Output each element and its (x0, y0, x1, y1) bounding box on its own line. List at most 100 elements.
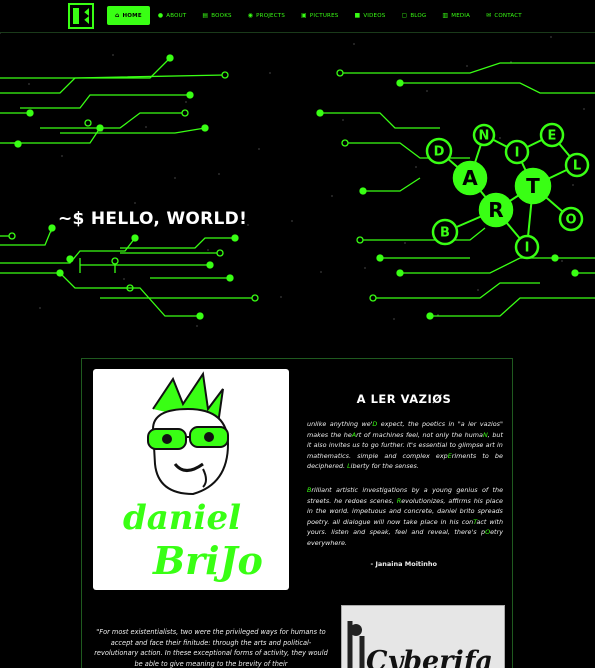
star (353, 43, 355, 45)
star (0, 33, 1, 34)
envelope-icon: ✉ (486, 12, 492, 19)
circuit-node (376, 254, 384, 262)
letter-node-label: I (525, 241, 530, 256)
star (28, 83, 30, 85)
user-icon: ● (157, 12, 164, 19)
circuit-node (196, 312, 204, 320)
star (466, 65, 468, 67)
star (61, 155, 63, 157)
star (247, 224, 249, 226)
circuit-graphic: N E D I L A TR O B I (0, 33, 595, 327)
star (342, 119, 344, 121)
nav-projects[interactable]: ◉ PROJECTS (240, 6, 293, 25)
star (218, 173, 220, 175)
nav-home[interactable]: ⌂ HOME (107, 6, 150, 25)
star (280, 296, 282, 298)
circuit-node (206, 261, 214, 269)
signature-daniel: daniel (123, 498, 241, 538)
letter-node-label: E (548, 129, 557, 144)
circuit-trace (430, 297, 595, 317)
about-title: A LER VAZIØS (356, 392, 452, 406)
star (393, 318, 395, 320)
letter-node-label: N (479, 129, 490, 144)
star (269, 72, 271, 74)
circuit-node (396, 79, 404, 87)
circuit-trace (40, 112, 185, 129)
logo-icon (73, 8, 89, 24)
home-icon: ⌂ (115, 12, 120, 19)
nav-books[interactable]: ▤ BOOKS (194, 6, 239, 25)
star (112, 54, 114, 56)
nav-media[interactable]: ▥ MEDIA (434, 6, 478, 25)
circuit-trace (400, 257, 521, 274)
nav-pictures[interactable]: ▣ PICTURES (293, 6, 346, 25)
nav-about[interactable]: ● ABOUT (150, 6, 195, 25)
video-icon: ■ (354, 12, 361, 19)
star (291, 220, 293, 222)
circuit-trace (0, 57, 171, 79)
nav-contact[interactable]: ✉ CONTACT (478, 6, 530, 25)
circuit-trace (340, 62, 595, 74)
artist-logo-image: daniel BriJo (93, 369, 289, 590)
star (404, 242, 406, 244)
book-icon: ▤ (202, 12, 209, 19)
star (583, 108, 585, 110)
letter-node-label: A (462, 166, 478, 190)
site-logo[interactable] (68, 3, 94, 29)
circuit-trace (400, 82, 595, 94)
circuit-trace (373, 282, 540, 299)
letter-node-label: T (526, 174, 540, 198)
star (174, 177, 176, 179)
newspaper-icon: ▥ (442, 12, 449, 19)
circuit-node (56, 269, 64, 277)
star (477, 289, 479, 291)
star (185, 101, 187, 103)
circuit-node (66, 255, 74, 263)
star (364, 267, 366, 269)
circuit-trace (10, 127, 101, 144)
hero-banner: N E D I L A TR O B I ~$ HELLO, WORLD! (0, 33, 595, 333)
circuit-trace (110, 287, 200, 317)
hero-heading: ~$ HELLO, WORLD! (58, 209, 248, 229)
circuit-node (201, 124, 209, 132)
star (258, 148, 260, 150)
nav-videos[interactable]: ■ VIDEOS (346, 6, 393, 25)
poster-title: Cyberifa (366, 646, 493, 668)
star (207, 249, 209, 251)
star (415, 166, 417, 168)
circuit-trace (20, 94, 190, 109)
circuit-node (356, 236, 364, 244)
cyberifa-poster-image: Cyberifa (341, 605, 505, 668)
letter-node-label: O (565, 213, 576, 228)
circuit-trace (360, 227, 486, 241)
lightbulb-icon: ◉ (247, 12, 254, 19)
circuit-node (396, 269, 404, 277)
about-panel: daniel BriJo A LER VAZIØS unlike anythin… (81, 358, 513, 668)
blog-icon: ▢ (401, 12, 408, 19)
about-signature: - Janaina Moitinho (370, 560, 437, 568)
letter-node-label: D (434, 145, 445, 160)
circuit-node (26, 109, 34, 117)
circuit-trace (363, 177, 421, 192)
star (123, 278, 125, 280)
circuit-node (48, 224, 56, 232)
star (320, 271, 322, 273)
nav-blog[interactable]: ▢ BLOG (393, 6, 434, 25)
star (39, 307, 41, 309)
letter-node-label: L (573, 159, 581, 174)
star (550, 36, 552, 38)
circuit-node (96, 124, 104, 132)
circuit-node (14, 140, 22, 148)
circuit-node (231, 234, 239, 242)
circuit-node (359, 187, 367, 195)
about-paragraph-1: unlike anything we'D expect, the poetics… (307, 420, 503, 471)
circuit-trace (320, 112, 440, 129)
star (196, 325, 198, 327)
circuit-node (316, 109, 324, 117)
signature-brito: BriJo (152, 538, 263, 583)
image-icon: ▣ (301, 12, 307, 19)
circuit-node (111, 257, 119, 265)
circuit-node (186, 91, 194, 99)
circuit-node (84, 119, 92, 127)
poster-graphic: Cyberifa (342, 606, 504, 668)
